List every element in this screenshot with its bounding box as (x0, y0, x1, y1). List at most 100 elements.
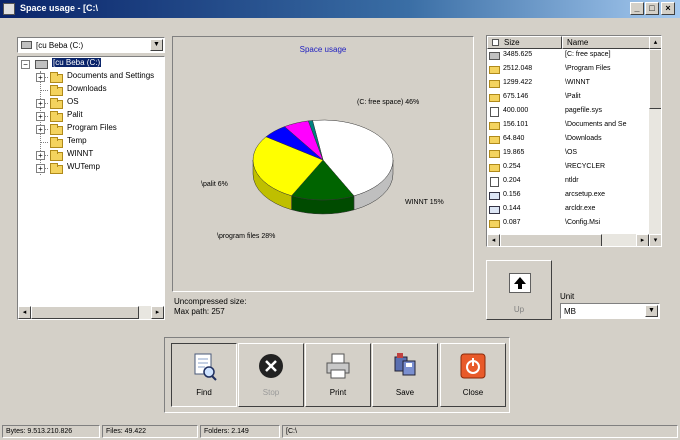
expand-icon[interactable]: + (36, 151, 45, 160)
print-button-label: Print (329, 388, 347, 397)
uncompressed-size-text: Uncompressed size: (174, 297, 247, 306)
tree-item-label: Program Files (67, 123, 117, 132)
scroll-left-icon[interactable]: ◂ (18, 306, 31, 319)
file-row[interactable]: 2512.048 \Program Files (487, 64, 649, 76)
stop-icon (259, 354, 283, 378)
expand-icon[interactable]: + (36, 164, 45, 173)
folder-icon (50, 111, 63, 122)
file-row[interactable]: 3485.625 [C: free space] (487, 50, 649, 62)
file-row[interactable]: 675.146 \Palit (487, 92, 649, 104)
file-size: 0.204 (503, 177, 521, 184)
max-path-text: Max path: 257 (174, 307, 225, 316)
folder-icon (489, 220, 500, 228)
close-button[interactable]: Close (440, 343, 506, 407)
folder-icon (50, 72, 63, 83)
column-size[interactable]: Size (487, 36, 562, 49)
folder-tree[interactable]: − [cu Beba (C:) + Documents and Settings D… (17, 56, 165, 320)
file-size: 0.156 (503, 191, 521, 198)
file-size: 3485.625 (503, 51, 533, 58)
file-row[interactable]: 0.144 arcldr.exe (487, 204, 649, 216)
column-size-label: Size (504, 38, 520, 47)
folder-icon (489, 122, 500, 130)
folder-icon (50, 137, 63, 148)
scroll-right-icon[interactable]: ▸ (151, 306, 164, 319)
print-button[interactable]: Print (305, 343, 371, 407)
file-list-vertical-scrollbar[interactable] (649, 49, 661, 235)
tree-item-label: Temp (67, 136, 87, 145)
file-list[interactable]: Size Name ▴ 3485.625 [C: free space] 2512.… (486, 35, 662, 247)
expand-icon[interactable]: + (36, 99, 45, 108)
title-bar: Space usage - [C:\ _ □ × (0, 0, 680, 18)
status-folders: Folders: 2.149 (200, 425, 280, 438)
file-row[interactable]: 64.840 \Downloads (487, 134, 649, 146)
tree-item-label: Palit (67, 110, 83, 119)
scroll-thumb[interactable] (31, 306, 139, 319)
file-name: \Documents and Se (565, 121, 627, 128)
status-files: Files: 49.422 (102, 425, 198, 438)
file-size: 19.865 (503, 149, 525, 156)
file-name: \OS (565, 149, 578, 156)
close-window-button[interactable]: × (661, 2, 675, 15)
file-row[interactable]: 400.000 pagefile.sys (487, 106, 649, 118)
folder-icon (50, 98, 63, 109)
tree-connector (40, 142, 48, 143)
file-size: 0.087 (503, 219, 521, 226)
status-path: [C:\ (282, 425, 678, 438)
file-size: 0.144 (503, 205, 521, 212)
save-button-label: Save (395, 388, 415, 397)
scroll-thumb[interactable] (500, 234, 602, 246)
file-name: ntldr (565, 177, 579, 184)
tree-item-label: Documents and Settings (67, 71, 155, 80)
tree-item-label: WINNT (67, 149, 94, 158)
chevron-down-icon[interactable]: ▼ (645, 305, 658, 317)
file-row[interactable]: 0.254 \RECYCLER (487, 162, 649, 174)
pie-label-winnt: WINNT 15% (405, 199, 444, 206)
file-size: 0.254 (503, 163, 521, 170)
scroll-down-icon[interactable]: ▾ (649, 234, 661, 246)
file-list-horizontal-scrollbar[interactable]: ◂ ▸ (487, 234, 649, 246)
file-name: \WINNT (565, 79, 590, 86)
status-bar: Bytes: 9.513.210.826 Files: 49.422 Folde… (0, 422, 680, 440)
save-button[interactable]: Save (372, 343, 438, 407)
file-name: [C: free space] (565, 51, 611, 58)
printer-icon (326, 353, 350, 379)
unit-select[interactable]: MB ▼ (560, 303, 660, 319)
up-button-label: Up (513, 305, 525, 314)
file-row[interactable]: 1299.422 \WINNT (487, 78, 649, 90)
scroll-thumb[interactable] (649, 49, 661, 109)
tree-horizontal-scrollbar[interactable]: ◂ ▸ (18, 306, 164, 319)
window-title: Space usage - [C:\ (20, 3, 99, 13)
file-row[interactable]: 19.865 \OS (487, 148, 649, 160)
scroll-left-icon[interactable]: ◂ (487, 234, 500, 246)
maximize-button[interactable]: □ (645, 2, 659, 15)
scroll-up-icon[interactable]: ▴ (649, 36, 661, 49)
file-size: 64.840 (503, 135, 525, 142)
column-name[interactable]: Name (562, 36, 650, 49)
tree-root-label: [cu Beba (C:) (52, 58, 102, 67)
file-name: \Program Files (565, 65, 611, 72)
up-button[interactable]: Up (486, 260, 552, 320)
expand-icon[interactable]: + (36, 112, 45, 121)
expand-icon[interactable]: + (36, 73, 45, 82)
file-row[interactable]: 0.204 ntldr (487, 176, 649, 188)
folder-icon (50, 163, 63, 174)
sort-icon (492, 39, 499, 46)
tree-item-label: Downloads (67, 84, 107, 93)
find-button[interactable]: Find (171, 343, 237, 407)
power-icon (460, 353, 486, 379)
collapse-icon[interactable]: − (21, 60, 30, 69)
file-row[interactable]: 156.101 \Documents and Se (487, 120, 649, 132)
chart-panel: Space usage (C: free space) 46% WINNT 15… (172, 36, 474, 292)
stop-button[interactable]: Stop (238, 343, 304, 407)
drive-select[interactable]: [cu Beba (C:) ▼ (17, 37, 165, 53)
file-size: 400.000 (503, 107, 529, 114)
chevron-down-icon[interactable]: ▼ (150, 39, 163, 51)
file-row[interactable]: 0.087 \Config.Msi (487, 218, 649, 230)
scroll-right-icon[interactable]: ▸ (636, 234, 649, 246)
expand-icon[interactable]: + (36, 125, 45, 134)
file-size: 2512.048 (503, 65, 533, 72)
folder-icon (50, 85, 63, 96)
minimize-button[interactable]: _ (630, 2, 644, 15)
file-row[interactable]: 0.156 arcsetup.exe (487, 190, 649, 202)
unit-label: Unit (560, 292, 575, 301)
